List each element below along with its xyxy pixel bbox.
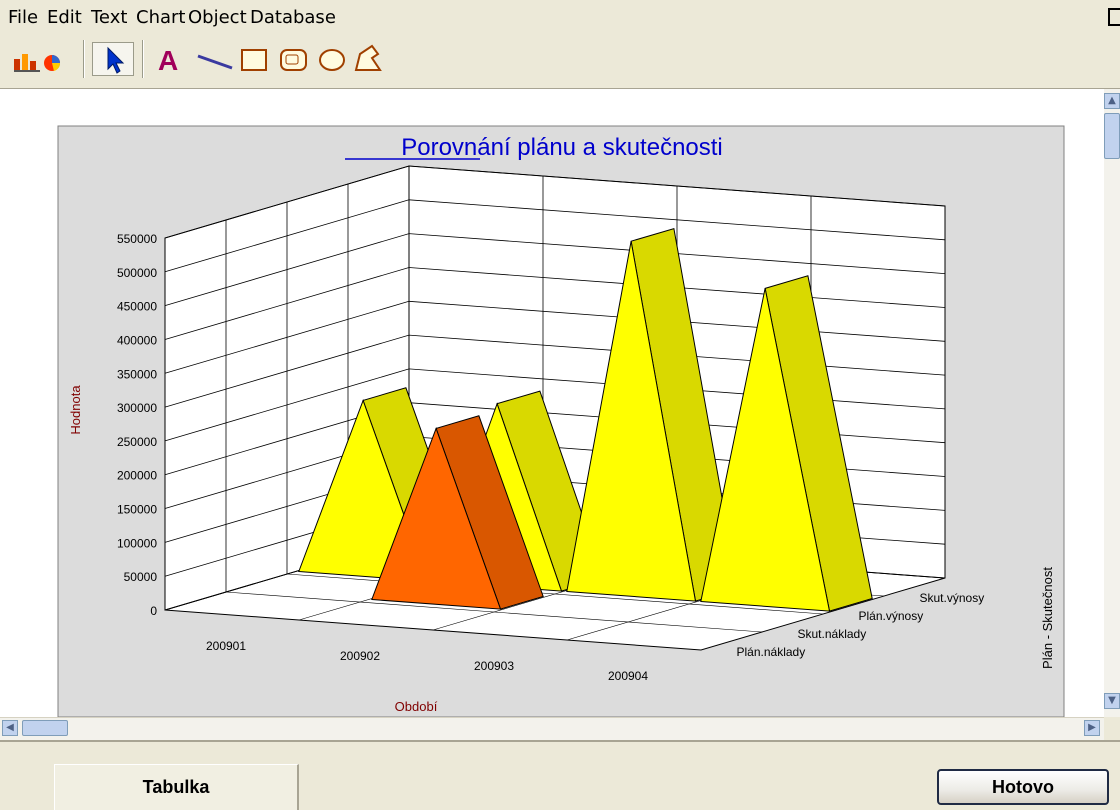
toolbar-separator [83,40,85,78]
rectangle-icon[interactable] [238,42,270,76]
scroll-up-icon[interactable]: ▲ [1104,93,1120,109]
menu-edit[interactable]: Edit [47,7,82,28]
y-tick-label: 250000 [117,435,157,449]
depth-label: Plán.náklady [737,645,806,659]
window-restore-icon[interactable] [1108,8,1120,26]
y-tick-label: 350000 [117,367,157,381]
y-tick-label: 400000 [117,334,157,348]
x-tick-label: 200902 [340,649,380,663]
x-tick-label: 200904 [608,669,648,683]
toolbar: A [0,32,1120,89]
footer: Tabulka Hotovo [0,742,1120,810]
horizontal-scrollbar[interactable]: ◀ ▶ [0,717,1104,740]
menu-text[interactable]: Text [91,7,127,28]
polygon-icon[interactable] [352,42,384,76]
chart-icon[interactable] [12,42,76,76]
done-button[interactable]: Hotovo [937,769,1109,805]
y-tick-label: 500000 [117,266,157,280]
y-tick-label: 150000 [117,503,157,517]
pointer-icon[interactable] [92,42,134,76]
scroll-corner [1104,717,1120,739]
chart-title: Porovnání plánu a skutečnosti [401,134,723,161]
depth-label: Skut.náklady [798,627,867,641]
menu-chart[interactable]: Chart [136,7,185,28]
menu-database[interactable]: Database [250,7,336,28]
chart-canvas[interactable]: 0 50000 100000 150000 200000 250000 300000 3500… [0,89,1104,717]
y-tick-label: 50000 [124,570,158,584]
depth-label: Skut.výnosy [920,591,985,605]
vertical-scrollbar[interactable]: ▲ ▼ [1104,89,1120,717]
scroll-down-icon[interactable]: ▼ [1104,693,1120,709]
horizontal-scroll-thumb[interactable] [22,720,68,736]
rounded-rectangle-icon[interactable] [278,42,310,76]
y-tick-label: 550000 [117,232,157,246]
tab-tabulka[interactable]: Tabulka [54,764,299,810]
menu-file[interactable]: File [8,7,38,28]
vertical-scroll-thumb[interactable] [1104,113,1120,159]
ellipse-icon[interactable] [316,42,348,76]
y-axis-label: Hodnota [68,385,83,435]
x-axis-label: Období [395,699,438,714]
x-tick-label: 200901 [206,639,246,653]
y-tick-label: 0 [150,604,157,618]
depth-label: Plán.výnosy [859,609,924,623]
menu-bar: File Edit Text Chart Object Database [0,0,1120,33]
x-tick-label: 200903 [474,659,514,673]
y-tick-label: 450000 [117,300,157,314]
y-tick-label: 200000 [117,469,157,483]
chart-svg: 0 50000 100000 150000 200000 250000 300000 3500… [57,125,1065,717]
menu-object[interactable]: Object [188,7,247,28]
scroll-left-icon[interactable]: ◀ [2,720,18,736]
scroll-right-icon[interactable]: ▶ [1084,720,1100,736]
z-axis-label: Plán - Skutečnost [1040,567,1055,669]
line-icon[interactable] [194,42,236,76]
y-tick-label: 100000 [117,536,157,550]
svg-text:A: A [158,45,178,76]
text-icon[interactable]: A [155,42,187,76]
y-tick-label: 300000 [117,401,157,415]
toolbar-separator [142,40,144,78]
